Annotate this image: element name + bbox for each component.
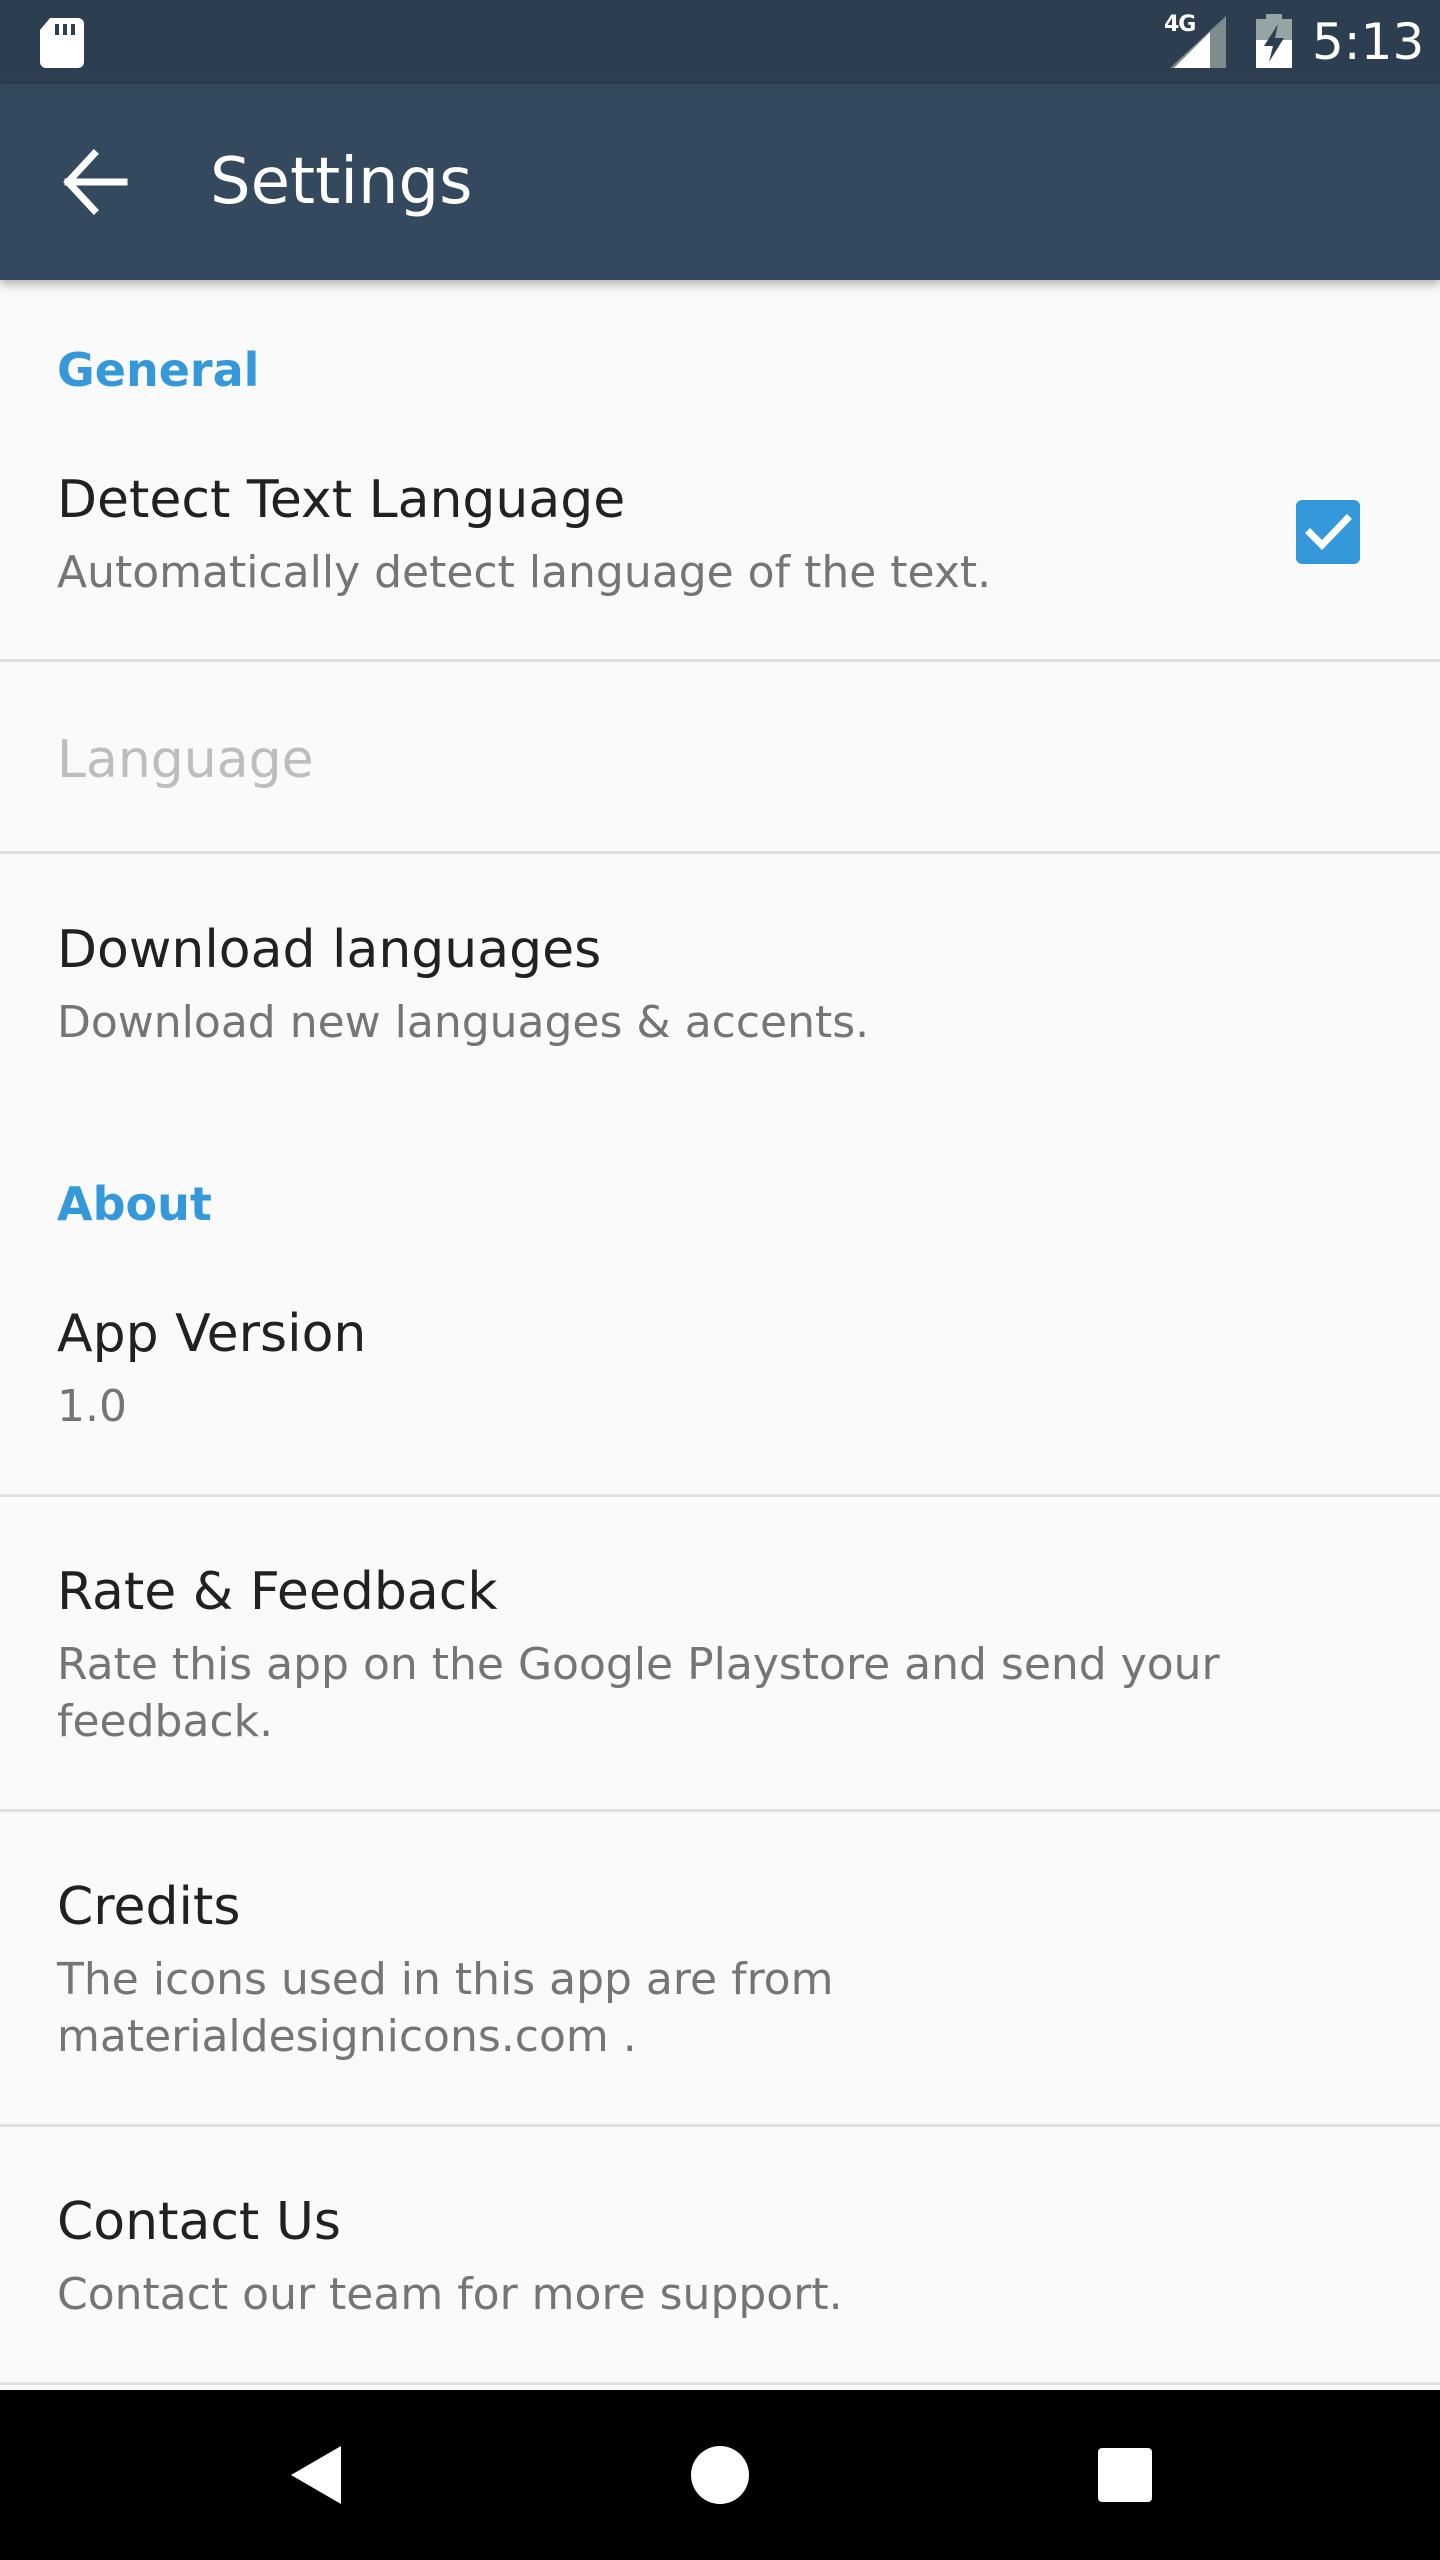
battery-charging-icon	[1256, 14, 1292, 68]
pref-summary-download-languages: Download new languages & accents.	[57, 997, 870, 1048]
pref-title-credits: Credits	[57, 1877, 241, 1937]
pref-summary-credits: The icons used in this app are from mate…	[57, 1954, 834, 2062]
section-header-about: About	[57, 1177, 212, 1231]
app-toolbar: Settings	[0, 84, 1440, 280]
home-circle-icon[interactable]	[675, 2430, 765, 2520]
pref-title-download-languages: Download languages	[57, 920, 602, 980]
system-nav-bar	[0, 2390, 1440, 2560]
pref-summary-app-version: 1.0	[57, 1381, 127, 1432]
page-title: Settings	[210, 145, 473, 219]
pref-summary-contact-us: Contact our team for more support.	[57, 2269, 843, 2320]
section-header-general: General	[57, 343, 260, 397]
pref-title-contact-us: Contact Us	[57, 2192, 341, 2252]
pref-title-rate-feedback: Rate & Feedback	[57, 1562, 498, 1622]
signal-icon	[1170, 16, 1226, 68]
divider	[0, 2382, 1440, 2385]
pref-contact-us[interactable]	[0, 2127, 1440, 2382]
status-bar: 4G 5:13	[0, 0, 1440, 84]
pref-summary-rate-feedback: Rate this app on the Google Playstore an…	[57, 1639, 1220, 1747]
sd-card-icon	[40, 18, 84, 68]
check-icon	[1305, 514, 1352, 550]
detect-language-checkbox[interactable]	[1296, 500, 1360, 564]
back-triangle-icon[interactable]	[275, 2430, 365, 2520]
clock: 5:13	[1312, 13, 1425, 71]
recents-square-icon[interactable]	[1080, 2430, 1170, 2520]
pref-title-detect-text-language: Detect Text Language	[57, 470, 626, 530]
arrow-left-icon[interactable]	[58, 146, 134, 218]
pref-title-language: Language	[57, 730, 314, 790]
pref-summary-detect-text-language: Automatically detect language of the tex…	[57, 547, 992, 598]
pref-title-app-version: App Version	[57, 1304, 367, 1364]
pref-app-version[interactable]	[0, 1262, 1440, 1492]
